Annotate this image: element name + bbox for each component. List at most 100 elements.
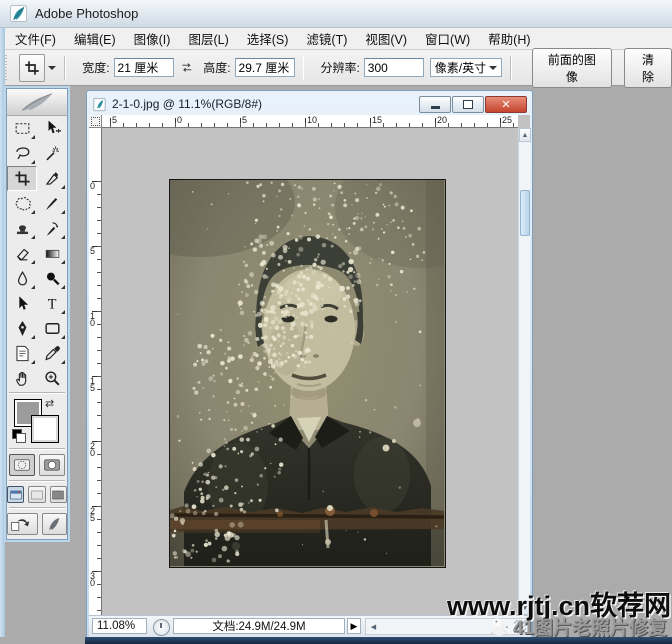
tool-gradient[interactable] — [37, 241, 67, 266]
v-ruler-label: 30 — [90, 573, 98, 587]
photoshop-window: Adobe Photoshop 文件(F)编辑(E)图像(I)图层(L)选择(S… — [0, 0, 672, 644]
mascot-icon — [489, 617, 511, 637]
document-size-field: 文档:24.9M/24.9M — [173, 618, 345, 634]
status-clock-icon — [153, 619, 170, 636]
menu-item-3[interactable]: 图层(L) — [179, 27, 237, 50]
v-ruler-label: 5 — [90, 248, 98, 255]
swap-colors-icon[interactable]: ⇄ — [45, 397, 54, 410]
standard-screen-mode-button[interactable] — [7, 486, 24, 503]
old-photo-portrait — [170, 180, 444, 566]
menu-bar: 文件(F)编辑(E)图像(I)图层(L)选择(S)滤镜(T)视图(V)窗口(W)… — [0, 28, 672, 50]
tool-crop[interactable] — [7, 166, 37, 191]
toolbox-palette: T ⇄ — [6, 88, 68, 540]
tool-path-selection[interactable] — [7, 291, 37, 316]
tool-options-bar: 宽度: 高度: 分辨率: 像素/英寸 前面的图像 清除 — [0, 50, 672, 86]
h-ruler-label: 0 — [177, 115, 182, 125]
scroll-up-arrow[interactable]: ▲ — [519, 128, 531, 142]
clear-button[interactable]: 清除 — [624, 48, 672, 88]
tool-rectangular-marquee[interactable] — [7, 116, 37, 141]
tool-brush[interactable] — [37, 191, 67, 216]
tool-move[interactable] — [37, 116, 67, 141]
tool-notes[interactable] — [7, 341, 37, 366]
resolution-input[interactable] — [364, 58, 424, 77]
tool-hand[interactable] — [7, 366, 37, 391]
ruler-origin[interactable] — [89, 115, 102, 128]
separator — [510, 56, 512, 80]
tool-history-brush[interactable] — [37, 216, 67, 241]
tool-rectangle[interactable] — [37, 316, 67, 341]
document-title: 2-1-0.jpg @ 11.1%(RGB/8#) — [112, 97, 418, 111]
toolbox-header[interactable] — [7, 89, 67, 116]
imageready-feather-icon — [42, 513, 67, 535]
resolution-unit-dropdown[interactable]: 像素/英寸 — [430, 58, 502, 77]
photo-image[interactable] — [169, 179, 446, 568]
minimize-button[interactable] — [419, 96, 451, 113]
tool-pen[interactable] — [7, 316, 37, 341]
v-ruler-label: 15 — [90, 378, 98, 392]
tool-preset-caret[interactable] — [48, 66, 56, 74]
tool-clone-stamp[interactable] — [7, 216, 37, 241]
watermark-caption: 41图片老照片修复 — [489, 613, 667, 640]
current-tool-button[interactable] — [19, 54, 46, 82]
scroll-left-arrow[interactable]: ◀ — [367, 620, 380, 633]
swap-dimensions-icon[interactable] — [180, 61, 194, 74]
v-ruler-label: 10 — [90, 313, 98, 327]
tool-blur[interactable] — [7, 266, 37, 291]
tool-zoom[interactable] — [37, 366, 67, 391]
vertical-scrollbar[interactable]: ▲ ▼ — [518, 128, 530, 615]
imageready-row — [7, 510, 67, 538]
default-colors-icon[interactable] — [12, 429, 26, 442]
jump-to-imageready-button[interactable] — [7, 513, 38, 535]
svg-text:T: T — [47, 296, 56, 312]
color-swatches: ⇄ — [7, 395, 67, 447]
window-frame-left — [0, 28, 5, 637]
menu-item-8[interactable]: 帮助(H) — [479, 27, 539, 50]
menu-item-4[interactable]: 选择(S) — [238, 27, 298, 50]
front-image-button[interactable]: 前面的图像 — [532, 48, 613, 88]
tool-dodge[interactable] — [37, 266, 67, 291]
fullscreen-mode-button[interactable] — [50, 486, 67, 503]
v-ruler-label: 20 — [90, 443, 98, 457]
tool-eyedropper[interactable] — [37, 341, 67, 366]
canvas-area[interactable] — [102, 128, 518, 615]
menu-item-0[interactable]: 文件(F) — [6, 27, 65, 50]
separator — [9, 480, 65, 482]
restore-button[interactable] — [452, 96, 484, 113]
height-input[interactable] — [235, 58, 295, 77]
tool-grid: T — [7, 116, 67, 391]
document-title-bar[interactable]: 2-1-0.jpg @ 11.1%(RGB/8#) ✕ — [89, 93, 530, 115]
menu-item-1[interactable]: 编辑(E) — [65, 27, 125, 50]
fullscreen-menubar-mode-button[interactable] — [28, 486, 45, 503]
tool-type[interactable]: T — [37, 291, 67, 316]
tool-slice[interactable] — [37, 166, 67, 191]
close-button[interactable]: ✕ — [485, 96, 527, 113]
h-ruler-label: 5 — [112, 115, 117, 125]
width-input[interactable] — [114, 58, 174, 77]
h-ruler-label: 25 — [502, 115, 512, 125]
status-options-arrow[interactable]: ▶ — [347, 618, 361, 634]
menu-item-2[interactable]: 图像(I) — [125, 27, 180, 50]
document-window: 2-1-0.jpg @ 11.1%(RGB/8#) ✕ 50510152025 … — [86, 90, 533, 639]
menu-item-7[interactable]: 窗口(W) — [416, 27, 479, 50]
horizontal-ruler[interactable]: 50510152025 — [102, 115, 518, 128]
photoshop-feather-icon — [10, 5, 27, 22]
mask-mode-row — [7, 451, 67, 479]
tool-magic-wand[interactable] — [37, 141, 67, 166]
separator — [9, 507, 65, 509]
menu-item-5[interactable]: 滤镜(T) — [297, 27, 356, 50]
background-color-swatch[interactable] — [31, 415, 59, 443]
standard-mode-button[interactable] — [9, 454, 35, 476]
h-ruler-label: 15 — [372, 115, 382, 125]
tool-patch[interactable] — [7, 191, 37, 216]
v-ruler-label: 0 — [90, 183, 98, 190]
tool-eraser[interactable] — [7, 241, 37, 266]
vertical-scroll-thumb[interactable] — [520, 190, 530, 236]
quick-mask-mode-button[interactable] — [39, 454, 65, 476]
height-label: 高度: — [203, 59, 230, 76]
menu-item-6[interactable]: 视图(V) — [356, 27, 416, 50]
watermark-caption-text: 41图片老照片修复 — [513, 613, 667, 640]
vertical-ruler[interactable]: 051015202530 — [89, 128, 102, 615]
zoom-level-field[interactable]: 11.08% — [92, 618, 147, 634]
tool-lasso[interactable] — [7, 141, 37, 166]
h-ruler-label: 20 — [437, 115, 447, 125]
